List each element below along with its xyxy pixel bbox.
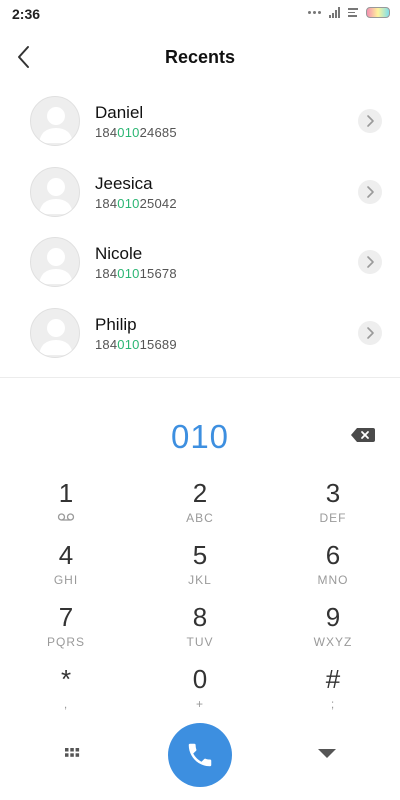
key-hash[interactable]: # ; <box>283 660 383 718</box>
more-dots-icon <box>308 11 321 14</box>
header: Recents <box>0 30 400 86</box>
key-digit: 1 <box>58 478 74 508</box>
person-icon <box>39 107 73 143</box>
key-digit: 6 <box>325 540 341 570</box>
voicemail-icon <box>57 513 75 521</box>
contact-row-nicole[interactable]: Nicole 18401015678 <box>0 227 400 298</box>
contact-name: Jeesica <box>95 173 153 193</box>
number-match-highlight: 010 <box>117 125 140 140</box>
key-letters: ABC <box>186 511 214 525</box>
avatar <box>30 307 80 358</box>
key-7[interactable]: 7 PQRS <box>16 598 116 656</box>
chevron-right-icon <box>367 185 374 198</box>
avatar <box>30 96 80 146</box>
key-letters: GHI <box>53 573 79 587</box>
number-match-highlight: 010 <box>117 195 140 211</box>
key-1[interactable]: 1 <box>16 474 116 532</box>
key-letters: MNO <box>317 573 349 587</box>
key-5[interactable]: 5 JKL <box>150 536 250 594</box>
key-4[interactable]: 4 GHI <box>16 536 116 594</box>
contact-detail-button[interactable] <box>358 250 382 274</box>
key-star[interactable]: * , <box>16 660 116 718</box>
key-digit: * <box>60 664 72 694</box>
key-digit: 7 <box>58 602 74 632</box>
contact-name: Nicole <box>95 244 143 263</box>
key-letters: + <box>195 697 204 711</box>
notification-lines-icon <box>348 8 358 17</box>
key-digit: 9 <box>325 602 341 632</box>
collapse-dialpad-button[interactable] <box>312 740 342 766</box>
key-digit: 8 <box>192 602 208 632</box>
backspace-icon <box>351 428 375 442</box>
key-2[interactable]: 2 ABC <box>150 474 250 532</box>
key-0[interactable]: 0 + <box>150 660 250 718</box>
key-digit: 3 <box>325 478 341 508</box>
status-icons <box>308 7 390 18</box>
signal-icon <box>329 7 340 18</box>
key-letters: , <box>63 697 69 711</box>
status-bar: 2:36 <box>0 0 400 30</box>
backspace-button[interactable] <box>350 426 376 444</box>
person-icon <box>39 318 73 355</box>
chevron-right-icon <box>367 115 374 127</box>
contact-number: 18401025042 <box>95 195 177 211</box>
person-icon <box>39 177 73 214</box>
contact-number: 18401015678 <box>95 266 177 281</box>
contact-detail-button[interactable] <box>358 109 382 133</box>
avatar <box>30 237 80 287</box>
key-letters: WXYZ <box>313 635 353 649</box>
key-9[interactable]: 9 WXYZ <box>283 598 383 656</box>
key-digit: 4 <box>58 540 74 570</box>
key-letters: TUV <box>186 635 214 649</box>
contact-number: 18401015689 <box>95 336 177 352</box>
contact-detail-button[interactable] <box>358 179 382 204</box>
number-match-highlight: 010 <box>117 266 140 281</box>
battery-icon <box>366 7 390 18</box>
contact-list: Daniel 18401024685 Jeesica 18401025042 N… <box>0 86 400 368</box>
number-match-highlight: 010 <box>117 336 140 352</box>
key-letters: DEF <box>319 511 347 525</box>
contact-name: Philip <box>95 314 137 334</box>
call-button[interactable] <box>168 723 232 787</box>
chevron-right-icon <box>367 256 374 268</box>
avatar <box>30 166 80 217</box>
dialpad-menu-button[interactable] <box>56 740 88 766</box>
contact-row-daniel[interactable]: Daniel 18401024685 <box>0 86 400 157</box>
caret-down-icon <box>318 749 336 758</box>
key-letters: PQRS <box>46 635 85 649</box>
key-8[interactable]: 8 TUV <box>150 598 250 656</box>
contact-detail-button[interactable] <box>358 320 382 345</box>
divider <box>0 377 400 378</box>
key-digit: # <box>325 664 341 694</box>
key-letters: ; <box>330 697 336 711</box>
dialed-number: 010 <box>170 418 230 455</box>
status-time: 2:36 <box>12 6 41 22</box>
page-title: Recents <box>164 47 236 67</box>
grid-icon <box>65 748 80 757</box>
contact-number: 18401024685 <box>95 125 177 140</box>
phone-icon <box>188 743 212 767</box>
chevron-right-icon <box>367 326 374 339</box>
key-6[interactable]: 6 MNO <box>283 536 383 594</box>
key-3[interactable]: 3 DEF <box>283 474 383 532</box>
contact-name: Daniel <box>95 103 144 122</box>
contact-row-philip[interactable]: Philip 18401015689 <box>0 298 400 369</box>
key-digit: 0 <box>192 664 208 694</box>
key-letters: JKL <box>188 573 212 587</box>
contact-row-jeesica[interactable]: Jeesica 18401025042 <box>0 157 400 228</box>
person-icon <box>39 248 73 284</box>
key-digit: 2 <box>192 478 208 508</box>
key-digit: 5 <box>192 540 208 570</box>
